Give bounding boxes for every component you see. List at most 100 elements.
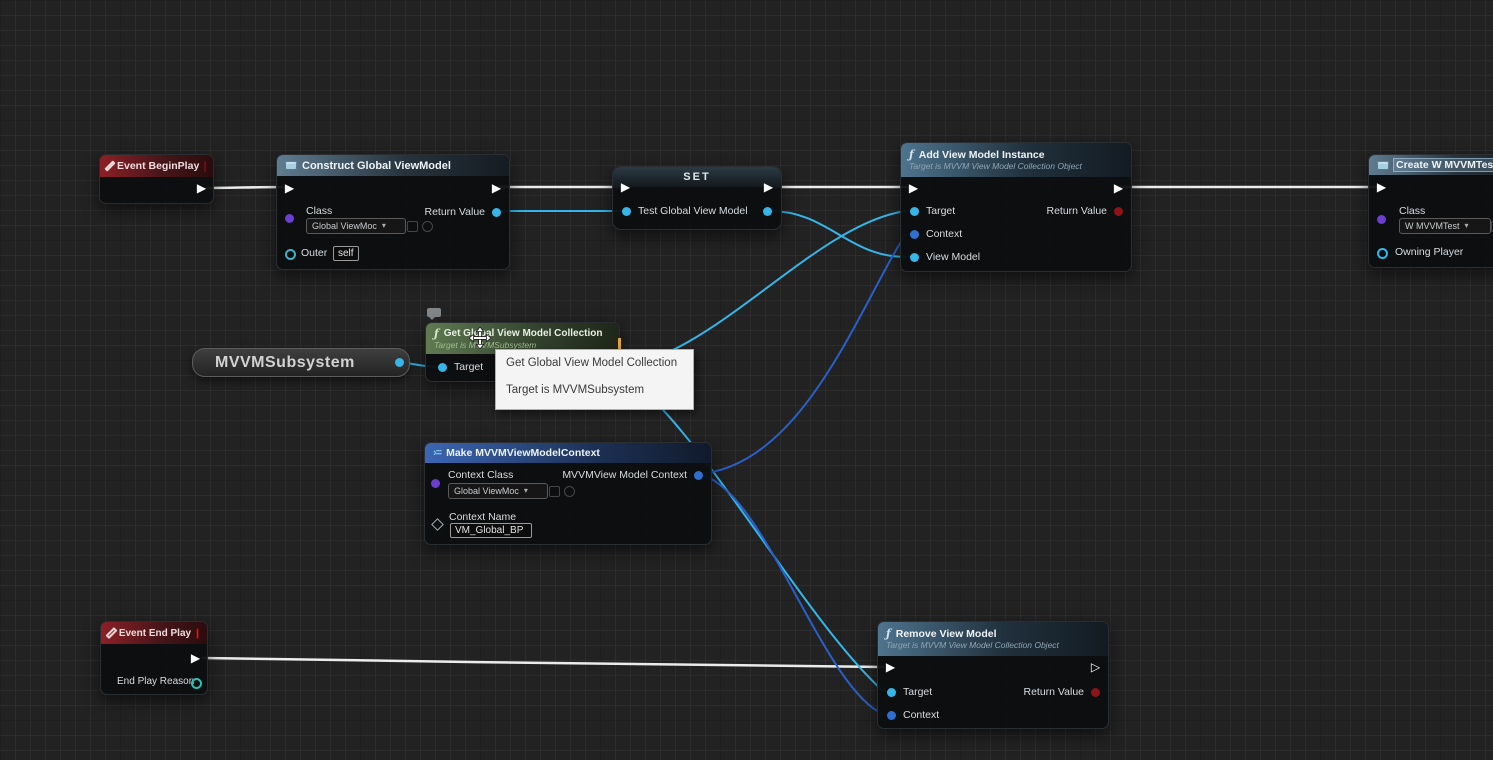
wire-layer: [0, 0, 1493, 760]
context-label: Context: [903, 709, 939, 721]
context-class-label: Context Class: [448, 469, 513, 481]
move-cursor-icon: [469, 327, 491, 349]
exec-in-pin[interactable]: [907, 182, 920, 195]
exec-in-pin[interactable]: [884, 661, 897, 674]
event-stop-icon: [204, 161, 206, 172]
target-pin[interactable]: [438, 363, 447, 372]
view-model-label: View Model: [926, 251, 980, 263]
chevron-down-icon: ▾: [382, 220, 386, 232]
node-title: Construct Global ViewModel: [302, 160, 451, 172]
event-icon: [104, 160, 115, 171]
class-dropdown[interactable]: W MVVMTest ▾: [1399, 218, 1491, 234]
exec-out-pin[interactable]: [1089, 661, 1102, 674]
exec-out-pin[interactable]: [1112, 182, 1125, 195]
variable-title: MVVMSubsystem: [215, 354, 355, 371]
variable-out-pin[interactable]: [763, 207, 772, 216]
node-title: SET: [683, 171, 710, 183]
outer-pin[interactable]: [285, 249, 296, 260]
variable-in-pin[interactable]: [622, 207, 631, 216]
chevron-down-icon: ▾: [524, 485, 528, 497]
owning-player-label: Owning Player: [1395, 246, 1463, 258]
node-event-end-play[interactable]: Event End Play End Play Reason: [100, 621, 208, 695]
node-set-test-global-view-model[interactable]: SET Test Global View Model: [612, 166, 782, 230]
target-pin[interactable]: [887, 688, 896, 697]
context-pin[interactable]: [910, 230, 919, 239]
end-play-reason-pin[interactable]: [191, 678, 202, 689]
comment-bubble-icon[interactable]: [427, 308, 441, 317]
target-pin[interactable]: [910, 207, 919, 216]
node-subtitle: Target is MVVM View Model Collection Obj…: [886, 640, 1059, 650]
context-class-pin[interactable]: [431, 479, 440, 488]
class-asset-icons[interactable]: [407, 221, 433, 232]
function-icon: ƒ: [434, 329, 439, 339]
node-construct-global-viewmodel[interactable]: Construct Global ViewModel Class Global …: [276, 154, 510, 270]
target-label: Target: [926, 205, 955, 217]
node-mvvm-subsystem[interactable]: MVVMSubsystem: [192, 348, 410, 377]
chevron-down-icon: ▾: [1465, 220, 1469, 232]
wire-data-getglobal-add-target: [610, 211, 906, 367]
event-stop-icon: [196, 628, 199, 639]
target-label: Target: [903, 686, 932, 698]
node-add-view-model-instance[interactable]: ƒ Add View Model Instance Target is MVVM…: [900, 142, 1132, 272]
return-value-label: Return Value: [1023, 686, 1084, 698]
event-icon: [105, 627, 117, 639]
blueprint-graph-canvas[interactable]: Event BeginPlay Construct Global ViewMod…: [0, 0, 1493, 760]
context-name-pin[interactable]: [431, 518, 444, 531]
context-label: Context: [926, 228, 962, 240]
node-event-beginplay[interactable]: Event BeginPlay: [99, 154, 214, 204]
class-label: Class: [306, 205, 332, 217]
return-value-label: Return Value: [424, 206, 485, 218]
node-title: Event BeginPlay: [117, 160, 199, 172]
node-tooltip: Get Global View Model Collection Target …: [495, 349, 694, 410]
exec-out-pin[interactable]: [189, 652, 202, 665]
class-dropdown[interactable]: Global ViewMoc ▾: [306, 218, 406, 234]
context-class-dropdown[interactable]: Global ViewMoc ▾: [448, 483, 548, 499]
wire-data-set-add-viewmodel: [770, 211, 906, 257]
node-subtitle: Target is MVVM View Model Collection Obj…: [909, 161, 1082, 171]
context-pin[interactable]: [887, 711, 896, 720]
node-make-mvvm-viewmodel-context[interactable]: ›= Make MVVMViewModelContext Context Cla…: [424, 442, 712, 545]
exec-in-pin[interactable]: [283, 182, 296, 195]
return-value-label: Return Value: [1046, 205, 1107, 217]
context-name-label: Context Name: [449, 511, 516, 523]
return-value-pin[interactable]: [1091, 688, 1100, 697]
class-pin[interactable]: [285, 214, 294, 223]
class-asset-icons[interactable]: [549, 486, 575, 497]
node-remove-view-model[interactable]: ƒ Remove View Model Target is MVVM View …: [877, 621, 1109, 729]
wire-data-make-remove-context: [697, 474, 883, 714]
class-label: Class: [1399, 205, 1425, 217]
outer-label: Outer: [301, 247, 327, 259]
target-label: Target: [454, 361, 483, 373]
subsystem-out-pin[interactable]: [395, 358, 404, 367]
return-value-pin[interactable]: [492, 208, 501, 217]
context-name-input[interactable]: VM_Global_BP: [450, 523, 532, 538]
node-title: Make MVVMViewModelContext: [446, 447, 600, 459]
exec-in-pin[interactable]: [619, 181, 632, 194]
construct-icon: [285, 161, 297, 170]
copy-icon[interactable]: [549, 486, 560, 497]
class-pin[interactable]: [1377, 215, 1386, 224]
view-model-pin[interactable]: [910, 253, 919, 262]
output-label: MVVMView Model Context: [562, 469, 687, 481]
widget-icon: [1377, 161, 1389, 170]
exec-out-pin[interactable]: [762, 181, 775, 194]
exec-out-pin[interactable]: [195, 182, 208, 195]
exec-in-pin[interactable]: [1375, 181, 1388, 194]
end-play-reason-label: End Play Reason: [117, 676, 194, 687]
hover-highlight-tick: [618, 338, 621, 349]
outer-value-input[interactable]: self: [333, 246, 359, 261]
copy-icon[interactable]: [407, 221, 418, 232]
exec-out-pin[interactable]: [490, 182, 503, 195]
node-title: Event End Play: [119, 628, 191, 639]
return-value-pin[interactable]: [1114, 207, 1123, 216]
owning-player-pin[interactable]: [1377, 248, 1388, 259]
browse-icon[interactable]: [422, 221, 433, 232]
node-title: Get Global View Model Collection: [444, 328, 603, 340]
viewmodel-context-out-pin[interactable]: [694, 471, 703, 480]
function-icon: ƒ: [909, 150, 914, 160]
node-title: Add View Model Instance: [919, 149, 1045, 161]
browse-icon[interactable]: [564, 486, 575, 497]
function-icon: ƒ: [886, 629, 891, 639]
variable-label: Test Global View Model: [638, 205, 748, 217]
node-create-widget[interactable]: Create W MVVMTest Wi Class W MVVMTest ▾ …: [1368, 154, 1493, 268]
